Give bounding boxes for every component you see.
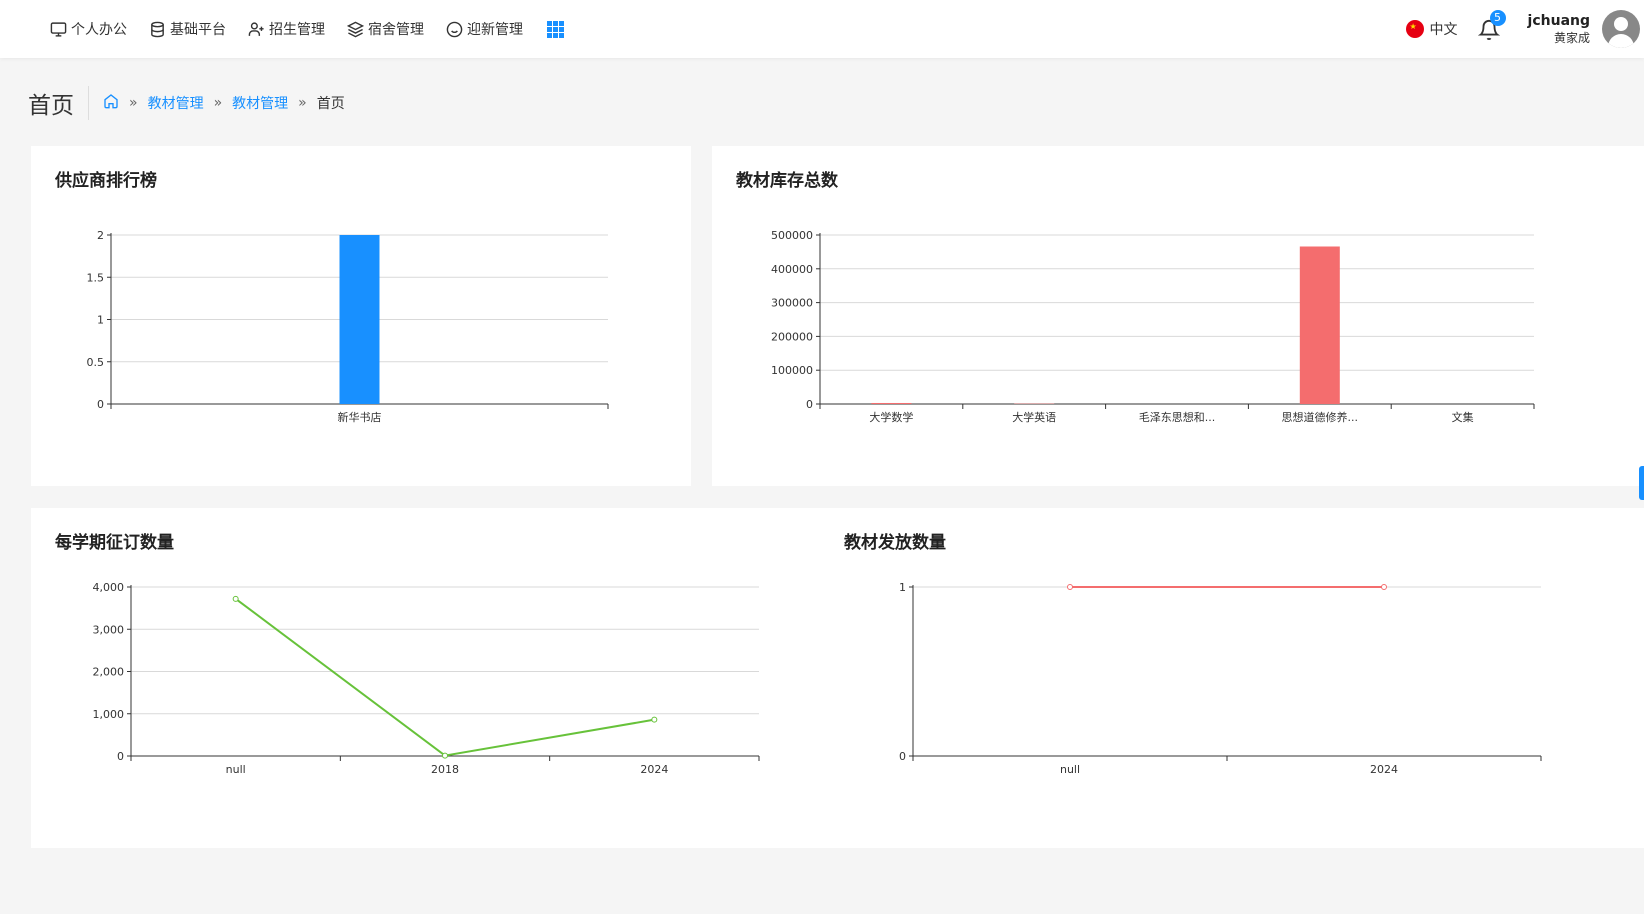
notification-button[interactable]: 5 — [1477, 10, 1506, 42]
nav-base-platform[interactable]: 基础平台 — [149, 19, 226, 39]
page-header: 首页 » 教材管理 » 教材管理 » 首页 — [28, 86, 345, 120]
layers-icon — [347, 21, 364, 37]
y-tick-label: 200000 — [771, 330, 813, 343]
bar — [1299, 246, 1340, 404]
language-label: 中文 — [1429, 22, 1458, 38]
breadcrumb: » 教材管理 » 教材管理 » 首页 — [103, 93, 345, 113]
nav-label: 宿舍管理 — [368, 22, 424, 38]
x-tick-label: 大学英语 — [1012, 410, 1056, 424]
inventory-bar-chart: 0 100000 200000 300000 400000 500000 大学数学 大学英语 毛… — [771, 229, 1535, 424]
x-tick-label: 2024 — [1370, 763, 1398, 776]
y-tick-label: 400000 — [771, 263, 813, 276]
y-tick-label: 1 — [899, 581, 906, 594]
bar — [339, 235, 380, 404]
breadcrumb-item[interactable]: 教材管理 — [232, 93, 288, 113]
notification-badge: 5 — [1489, 10, 1506, 26]
x-tick-label: 文集 — [1452, 410, 1474, 424]
home-link[interactable] — [103, 93, 119, 113]
nav-label: 招生管理 — [269, 22, 325, 38]
breadcrumb-separator: » — [298, 95, 307, 111]
y-tick-label: 1 — [97, 314, 104, 327]
nav-label: 迎新管理 — [467, 22, 523, 38]
y-tick-label: 100000 — [771, 364, 813, 377]
y-tick-label: 1.5 — [87, 271, 105, 284]
y-tick-label: 300000 — [771, 297, 813, 310]
breadcrumb-item[interactable]: 教材管理 — [148, 93, 204, 113]
inventory-total-card: 教材库存总数 0 100000 200000 300000 400000 500000 大学… — [712, 146, 1644, 486]
issue-count-line-chart: 0 1 null 2024 — [899, 581, 1542, 776]
nav-label: 个人办公 — [71, 22, 127, 38]
y-tick-label: 0.5 — [87, 356, 105, 369]
avatar[interactable] — [1602, 10, 1640, 48]
nav-dormitory[interactable]: 宿舍管理 — [347, 19, 424, 39]
nav-admission[interactable]: 招生管理 — [248, 19, 325, 39]
language-switch[interactable]: 中文 — [1405, 19, 1458, 39]
breadcrumb-separator: » — [129, 95, 138, 111]
x-tick-label: 新华书店 — [338, 410, 382, 424]
database-icon — [151, 21, 164, 37]
y-tick-label: 0 — [899, 750, 906, 763]
y-tick-label: 2 — [97, 229, 104, 242]
nav-welcome[interactable]: 迎新管理 — [446, 19, 523, 39]
breadcrumb-separator: » — [213, 95, 223, 111]
main-nav: 个人办公 基础平台 招生管理 宿舍管理 迎新管理 — [50, 0, 564, 58]
x-tick-label: null — [1060, 763, 1080, 776]
user-info[interactable]: jchuang 黄家成 — [1528, 13, 1590, 46]
x-tick-label: 大学数学 — [869, 410, 913, 424]
side-drawer-handle[interactable] — [1639, 466, 1644, 500]
real-name: 黄家成 — [1553, 30, 1590, 45]
y-tick-label: 0 — [97, 398, 104, 411]
user-add-icon — [248, 21, 264, 36]
home-icon — [104, 94, 118, 109]
monitor-icon — [50, 21, 67, 37]
y-tick-label: 0 — [806, 398, 813, 411]
data-point — [1381, 584, 1387, 590]
y-tick-label: 500000 — [771, 229, 813, 242]
nav-personal-office[interactable]: 个人办公 — [50, 19, 127, 39]
header-actions: 中文 5 jchuang 黄家成 — [1405, 0, 1644, 58]
top-navbar: 个人办公 基础平台 招生管理 宿舍管理 迎新管理 中文 5 — [0, 0, 1644, 58]
page-title: 首页 — [28, 86, 89, 120]
username: jchuang — [1527, 12, 1590, 29]
bar — [871, 402, 912, 404]
nav-label: 基础平台 — [170, 22, 226, 38]
smile-icon — [446, 21, 463, 37]
data-point — [1067, 584, 1073, 590]
supplier-bar-chart: 0 0.5 1 1.5 2 新华书店 — [87, 229, 609, 424]
breadcrumb-current: 首页 — [316, 96, 345, 112]
supplier-ranking-card: 供应商排行榜 0 0.5 1 1.5 2 新华书店 — [31, 146, 691, 486]
apps-grid-icon[interactable] — [547, 20, 564, 38]
x-tick-label: 思想道德修养... — [1282, 410, 1359, 424]
china-flag-icon — [1405, 20, 1424, 38]
semester-order-card: 每学期征订数量 教材发放数量 0 1,000 2,000 3,000 4,000 null… — [31, 508, 1644, 848]
x-tick-label: 毛泽东思想和... — [1139, 410, 1216, 424]
